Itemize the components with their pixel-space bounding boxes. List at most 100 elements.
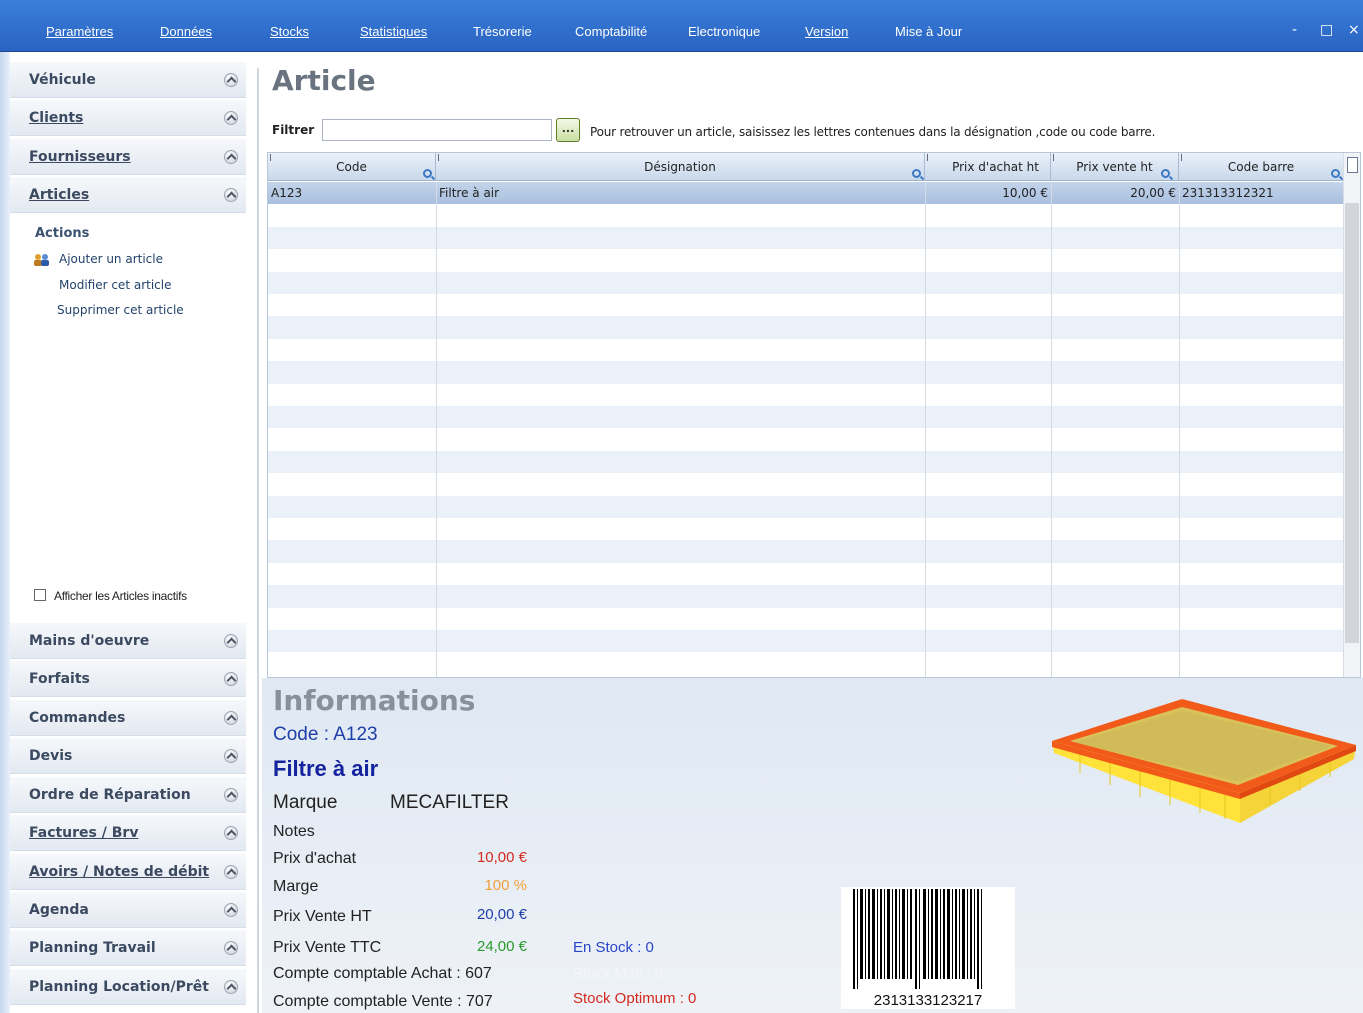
sidebar-item-vehicule[interactable]: Véhicule	[10, 62, 246, 98]
menu-electronique[interactable]: Electronique	[688, 24, 760, 39]
sidebar-item-devis[interactable]: Devis	[10, 738, 246, 774]
chevron-up-icon[interactable]	[224, 187, 238, 202]
search-icon[interactable]	[423, 169, 432, 178]
minimize-icon[interactable]: -	[1292, 22, 1297, 38]
table-row[interactable]	[268, 608, 1344, 630]
chevron-up-icon[interactable]	[224, 149, 238, 164]
table-row[interactable]	[268, 406, 1344, 429]
table-row[interactable]	[268, 226, 1344, 250]
menu-stocks[interactable]: Stocks	[270, 24, 309, 39]
table-row[interactable]	[268, 518, 1344, 540]
chevron-up-icon[interactable]	[224, 710, 238, 725]
edit-article-link[interactable]: Modifier cet article	[59, 278, 171, 292]
table-cell-prix-achat: 10,00 €	[1002, 186, 1048, 200]
column-divider	[436, 182, 437, 677]
table-row[interactable]	[268, 249, 1344, 271]
inactive-articles-checkbox[interactable]	[34, 589, 46, 601]
filter-label: Filtrer	[272, 123, 315, 137]
chevron-up-icon[interactable]	[224, 671, 238, 686]
table-cell-designation: Filtre à air	[439, 186, 500, 200]
menu-parametres[interactable]: Paramètres	[46, 24, 113, 39]
search-icon[interactable]	[1331, 169, 1340, 178]
chevron-up-icon[interactable]	[224, 979, 238, 994]
sidebar-item-planning-travail[interactable]: Planning Travail	[10, 930, 246, 966]
table-row[interactable]: A123 Filtre à air 10,00 € 20,00 € 2313133123…	[268, 182, 1344, 205]
sidebar-item-factures[interactable]: Factures / Brv	[10, 815, 246, 851]
table-cell-prix-vente: 20,00 €	[1130, 186, 1176, 200]
column-label: Désignation	[644, 160, 716, 174]
chevron-up-icon[interactable]	[224, 864, 238, 879]
column-header-designation[interactable]: Désignation	[436, 153, 925, 181]
column-header-code[interactable]: Code	[268, 153, 436, 181]
sidebar-item-agenda[interactable]: Agenda	[10, 892, 246, 928]
column-chooser-icon[interactable]	[1347, 157, 1358, 173]
sidebar-item-label: Mains d'oeuvre	[29, 632, 150, 649]
delete-article-link[interactable]: Supprimer cet article	[57, 303, 184, 317]
sidebar-item-avoirs[interactable]: Avoirs / Notes de débit	[10, 854, 246, 890]
sidebar-item-forfaits[interactable]: Forfaits	[10, 661, 246, 697]
menu-version[interactable]: Version	[805, 24, 848, 39]
maximize-icon[interactable]: □	[1320, 22, 1333, 38]
vertical-scrollbar[interactable]	[1343, 153, 1360, 677]
close-icon[interactable]: ×	[1348, 22, 1360, 38]
sidebar-splitter[interactable]	[257, 68, 259, 1013]
menu-mise-a-jour[interactable]: Mise à Jour	[895, 24, 962, 39]
filter-browse-button[interactable]: ...	[556, 118, 580, 142]
chevron-up-icon[interactable]	[224, 940, 238, 955]
table-row[interactable]	[268, 316, 1344, 339]
sidebar-item-fournisseurs[interactable]: Fournisseurs	[10, 139, 246, 175]
column-header-prix-achat[interactable]: Prix d'achat ht	[925, 153, 1051, 181]
chevron-up-icon[interactable]	[224, 633, 238, 648]
filter-input[interactable]	[322, 119, 552, 141]
stock-en-stock: En Stock : 0	[573, 939, 654, 956]
chevron-up-icon[interactable]	[224, 72, 238, 87]
column-header-code-barre[interactable]: Code barre	[1179, 153, 1344, 181]
column-label: Code barre	[1227, 160, 1295, 174]
chevron-up-icon[interactable]	[224, 110, 238, 125]
menu-tresorerie[interactable]: Trésorerie	[473, 24, 532, 39]
info-code: Code : A123	[273, 724, 378, 745]
menu-statistiques[interactable]: Statistiques	[360, 24, 427, 39]
sidebar-item-clients[interactable]: Clients	[10, 100, 246, 136]
info-marge-value: 100 %	[484, 877, 527, 894]
sidebar-item-planning-location[interactable]: Planning Location/Prêt	[10, 969, 246, 1005]
sidebar-item-articles[interactable]: Articles	[10, 177, 246, 213]
menu-comptabilite[interactable]: Comptabilité	[575, 24, 647, 39]
sidebar-item-mains-oeuvre[interactable]: Mains d'oeuvre	[10, 623, 246, 659]
add-article-link[interactable]: Ajouter un article	[59, 252, 163, 266]
info-brand-value: MECAFILTER	[390, 792, 509, 813]
menu-donnees[interactable]: Données	[160, 24, 212, 39]
search-icon[interactable]	[1161, 169, 1170, 178]
column-header-prix-vente[interactable]: Prix vente ht	[1051, 153, 1179, 181]
stock-optimum: Stock Optimum : 0	[573, 990, 697, 1007]
search-icon[interactable]	[912, 169, 921, 178]
table-row[interactable]	[268, 585, 1344, 608]
table-row[interactable]	[268, 540, 1344, 563]
table-row[interactable]	[268, 563, 1344, 585]
table-row[interactable]	[268, 630, 1344, 653]
chevron-up-icon[interactable]	[224, 825, 238, 840]
sidebar-item-ordre-reparation[interactable]: Ordre de Réparation	[10, 777, 246, 813]
table-row[interactable]	[268, 495, 1344, 518]
sidebar-item-commandes[interactable]: Commandes	[10, 700, 246, 736]
column-label: Prix d'achat ht	[952, 160, 1039, 174]
chevron-up-icon[interactable]	[224, 748, 238, 763]
table-row[interactable]	[268, 294, 1344, 316]
table-row[interactable]	[268, 339, 1344, 361]
table-row[interactable]	[268, 361, 1344, 384]
table-row[interactable]	[268, 384, 1344, 406]
chevron-up-icon[interactable]	[224, 902, 238, 917]
chevron-up-icon[interactable]	[224, 787, 238, 802]
scrollbar-thumb[interactable]	[1345, 203, 1359, 643]
actions-title: Actions	[35, 226, 90, 241]
table-row[interactable]	[268, 450, 1344, 474]
info-prix-achat-label: Prix d'achat	[273, 850, 357, 867]
column-label: Code	[336, 160, 367, 174]
table-row[interactable]	[268, 428, 1344, 450]
sidebar-item-label: Agenda	[29, 901, 89, 918]
table-row[interactable]	[268, 204, 1344, 226]
column-divider	[925, 182, 926, 677]
table-row[interactable]	[268, 473, 1344, 495]
table-row[interactable]	[268, 652, 1344, 674]
table-row[interactable]	[268, 271, 1344, 294]
